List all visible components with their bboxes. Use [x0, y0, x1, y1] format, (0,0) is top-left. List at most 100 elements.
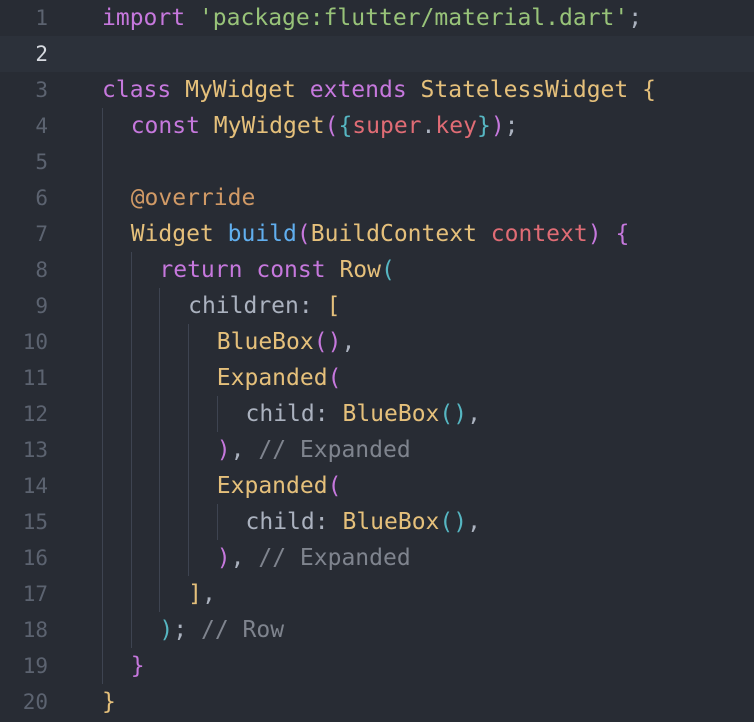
- code-line[interactable]: 10 BlueBox(),: [0, 324, 754, 360]
- code-line[interactable]: 9 children: [: [0, 288, 754, 324]
- code-token: :: [314, 401, 329, 427]
- line-number: 6: [35, 186, 48, 210]
- code-editor[interactable]: 1 import 'package:flutter/material.dart';…: [0, 0, 754, 722]
- code-token: ): [490, 113, 505, 139]
- line-number: 3: [35, 78, 48, 102]
- code-token: @override: [130, 185, 256, 211]
- code-line[interactable]: 15 child: BlueBox(),: [0, 504, 754, 540]
- code-line[interactable]: 13), // Expanded: [0, 432, 754, 468]
- code-token: MyWidget: [185, 77, 296, 103]
- indent-guide: [102, 108, 103, 684]
- code-token: ;: [504, 113, 519, 139]
- code-token: {: [338, 113, 353, 139]
- code-token: ;: [173, 617, 188, 643]
- code-token: children: [188, 293, 299, 319]
- code-line[interactable]: 19}: [0, 648, 754, 684]
- code-line[interactable]: 4 const MyWidget({super.key});: [0, 108, 754, 144]
- code-token: (: [296, 221, 311, 247]
- indent-guide: [130, 252, 132, 648]
- code-line[interactable]: 3 class MyWidget extends StatelessWidget …: [0, 72, 754, 108]
- code-line[interactable]: 20}: [0, 684, 754, 720]
- code-token: ): [453, 509, 468, 535]
- code-token: BlueBox: [342, 401, 440, 427]
- code-token: ,: [201, 581, 216, 607]
- indent-guide: [216, 504, 218, 540]
- line-code: @override: [131, 180, 256, 216]
- code-line[interactable]: 16), // Expanded: [0, 540, 754, 576]
- line-code: children: [: [188, 288, 340, 324]
- code-line[interactable]: 14 Expanded(: [0, 468, 754, 504]
- line-code: Widget build(BuildContext context) {: [131, 216, 630, 252]
- code-token: key: [435, 113, 477, 139]
- code-line[interactable]: 2: [0, 36, 754, 72]
- code-token: (: [327, 365, 342, 391]
- code-token: // Expanded: [258, 545, 411, 571]
- code-token: {: [642, 77, 656, 103]
- line-number: 10: [22, 330, 48, 354]
- line-code: return const Row(: [159, 252, 394, 288]
- code-token: }: [476, 113, 491, 139]
- line-code: }: [131, 648, 145, 684]
- code-line[interactable]: 6 @override: [0, 180, 754, 216]
- line-number: 17: [22, 582, 48, 606]
- code-token: (: [439, 401, 454, 427]
- code-token: }: [130, 653, 145, 679]
- code-line[interactable]: 8 return const Row(: [0, 252, 754, 288]
- line-code: BlueBox(),: [217, 324, 356, 360]
- code-line[interactable]: 17],: [0, 576, 754, 612]
- line-number: 8: [35, 258, 48, 282]
- code-token: BlueBox: [216, 329, 314, 355]
- code-line[interactable]: 11 Expanded(: [0, 360, 754, 396]
- line-number: 14: [22, 474, 48, 498]
- line-number: 7: [35, 222, 48, 246]
- code-line[interactable]: 18 ); // Row: [0, 612, 754, 648]
- code-token: ]: [188, 581, 202, 607]
- line-number: 20: [22, 690, 48, 714]
- line-code: import 'package:flutter/material.dart';: [102, 0, 642, 36]
- line-number: 19: [22, 654, 48, 678]
- code-token: MyWidget: [213, 113, 325, 139]
- line-number: 13: [22, 438, 48, 462]
- code-token: ): [453, 401, 468, 427]
- code-token: extends: [309, 77, 407, 103]
- code-token: child: [245, 509, 315, 535]
- line-number: 2: [35, 42, 48, 66]
- code-token: ,: [467, 401, 481, 427]
- code-token: Row: [339, 257, 381, 283]
- code-token: import: [102, 5, 186, 31]
- line-code: ); // Row: [159, 612, 284, 648]
- code-token: Widget: [130, 221, 214, 247]
- indent-guide: [159, 288, 161, 612]
- code-line[interactable]: 5: [0, 144, 754, 180]
- code-line[interactable]: 12 child: BlueBox(),: [0, 396, 754, 432]
- code-token: BuildContext: [310, 221, 477, 247]
- code-token: (: [439, 509, 454, 535]
- indent-guide: [216, 396, 218, 432]
- code-token: {: [615, 221, 630, 247]
- code-token: super: [352, 113, 422, 139]
- code-token: ,: [230, 545, 245, 571]
- code-token: // Row: [200, 617, 285, 643]
- code-token: StatelessWidget: [420, 77, 629, 103]
- code-token: 'package:flutter/material.dart': [198, 5, 629, 31]
- code-line[interactable]: 7 Widget build(BuildContext context) {: [0, 216, 754, 252]
- code-line[interactable]: 1 import 'package:flutter/material.dart';: [0, 0, 754, 36]
- line-number: 18: [22, 618, 48, 642]
- code-token: ): [216, 437, 231, 463]
- code-token: ): [216, 545, 231, 571]
- code-token: ,: [341, 329, 356, 355]
